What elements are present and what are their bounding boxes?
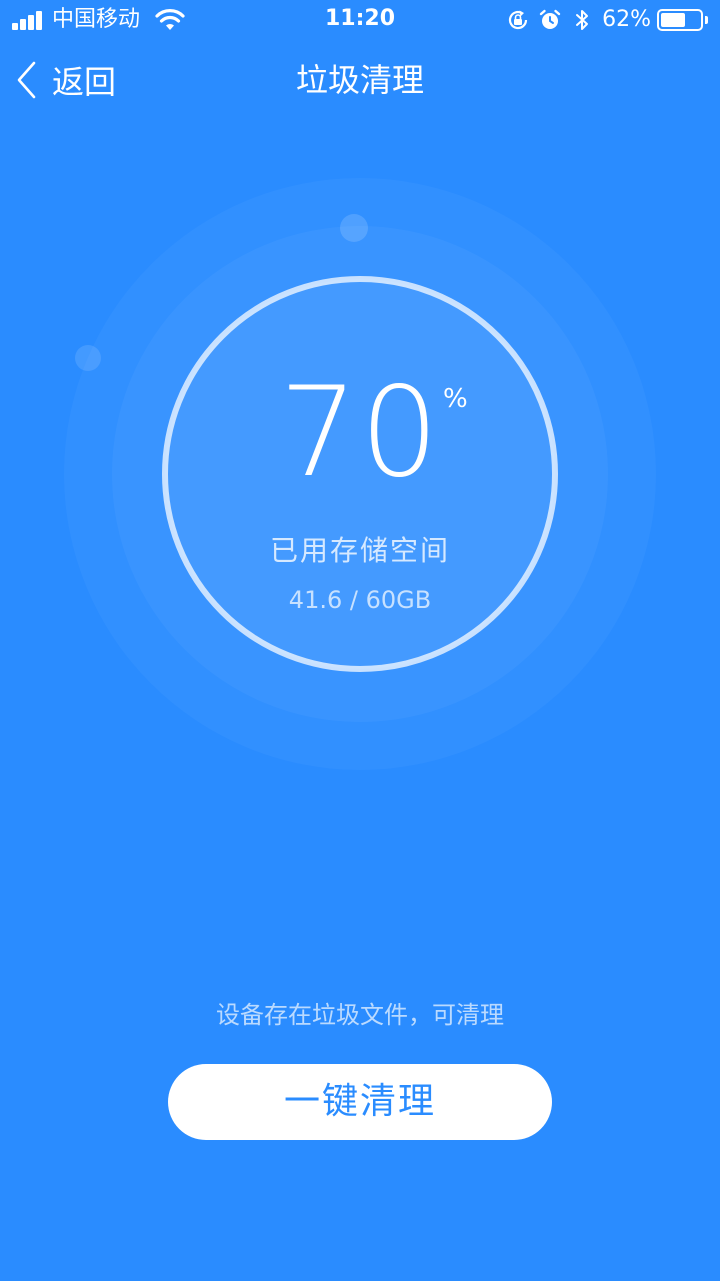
storage-gauge: 70 % 已用存储空间 41.6 / 60GB	[0, 150, 720, 810]
battery-level-fill	[661, 13, 685, 27]
usage-percent-unit: %	[443, 384, 468, 414]
status-right-group: 62%	[498, 6, 708, 34]
alarm-icon	[539, 9, 561, 29]
battery-percent: 62%	[602, 7, 651, 32]
nav-bar: 返回 垃圾清理	[0, 40, 720, 124]
one-click-clean-button[interactable]: 一键清理	[168, 1064, 552, 1140]
rotation-lock-icon	[509, 10, 528, 30]
storage-used-label: 已用存储空间	[269, 534, 450, 567]
page-title: 垃圾清理	[295, 61, 424, 99]
usage-percent-value: 70	[279, 361, 441, 505]
bluetooth-icon	[576, 10, 589, 30]
status-bar: 中国移动 11:20 62%	[0, 0, 720, 40]
battery-icon	[657, 9, 703, 31]
junk-hint-text: 设备存在垃圾文件，可清理	[216, 1001, 504, 1029]
storage-used-detail: 41.6 / 60GB	[288, 586, 432, 614]
gauge-orbit-dot-top	[340, 214, 368, 242]
battery-tip	[705, 16, 708, 24]
